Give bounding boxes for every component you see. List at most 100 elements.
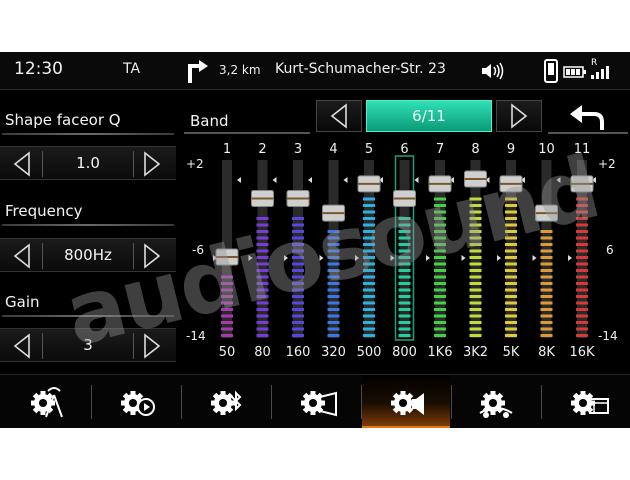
- level-segment: [576, 288, 588, 292]
- level-segment: [398, 314, 411, 318]
- level-segment: [363, 295, 375, 298]
- band-number: 1: [223, 142, 231, 157]
- level-segment: [540, 262, 553, 266]
- level-segment: [576, 282, 588, 285]
- gear-bluetooth-icon: [211, 390, 242, 415]
- level-segment: [540, 282, 553, 285]
- level-segment: [540, 295, 553, 298]
- level-segment: [576, 308, 588, 311]
- gear-car-icon: [479, 391, 513, 418]
- level-segment: [469, 327, 482, 331]
- level-segment: [505, 301, 517, 305]
- level-segment: [505, 269, 517, 272]
- toolbar-button-6[interactable]: [452, 375, 540, 428]
- level-segment: [434, 334, 446, 337]
- level-segment: [540, 275, 553, 279]
- toolbar-button-7[interactable]: [542, 375, 630, 428]
- level-segment: [469, 301, 482, 305]
- level-segment: [434, 327, 446, 331]
- level-segment: [540, 327, 553, 331]
- gear-display-icon: [571, 391, 609, 415]
- frequency-label: 320: [321, 345, 346, 360]
- marker-triangle: [568, 255, 572, 261]
- level-segment: [398, 295, 411, 298]
- level-segment: [434, 321, 446, 324]
- level-segment: [469, 288, 482, 292]
- level-segment: [469, 269, 482, 272]
- gear-speaker-icon: [391, 391, 424, 415]
- level-segment: [540, 301, 553, 305]
- band-number: 6: [400, 142, 408, 157]
- screen: 12:30 TA 3,2 km Kurt-Schumacher-Str. 23 …: [0, 52, 630, 428]
- level-segment: [576, 249, 588, 253]
- level-segment: [576, 327, 588, 331]
- level-segment: [398, 321, 411, 324]
- level-segment: [576, 256, 588, 259]
- level-segment: [505, 282, 517, 285]
- band-number: 2: [258, 142, 266, 157]
- level-segment: [434, 295, 446, 298]
- level-segment: [540, 256, 553, 259]
- level-segment: [576, 275, 588, 279]
- level-segment: [327, 308, 340, 311]
- toolbar-button-4[interactable]: [272, 375, 360, 428]
- level-segment: [576, 269, 588, 272]
- speaker-tower-gear-icon: [31, 387, 63, 418]
- level-segment: [469, 321, 482, 324]
- level-segment: [292, 314, 304, 318]
- gear-play-icon: [121, 391, 155, 416]
- slider-knob-line: [287, 197, 309, 200]
- frequency-label: 80: [254, 345, 271, 360]
- band-number: 7: [436, 142, 444, 157]
- level-segment: [327, 327, 340, 331]
- level-segment: [540, 321, 553, 324]
- level-segment: [576, 314, 588, 318]
- level-segment: [363, 334, 375, 337]
- level-segment: [540, 334, 553, 337]
- level-segment: [469, 314, 482, 318]
- level-segment: [434, 282, 446, 285]
- level-segment: [576, 334, 588, 337]
- level-segment: [469, 275, 482, 279]
- level-segment: [292, 321, 304, 324]
- level-segment: [505, 314, 517, 318]
- scale-mid-right-label: 6: [606, 243, 614, 257]
- level-segment: [469, 308, 482, 311]
- level-segment: [576, 262, 588, 266]
- level-segment: [469, 295, 482, 298]
- level-segment: [434, 288, 446, 292]
- frequency-label: 800: [392, 345, 417, 360]
- frequency-label: 50: [219, 345, 236, 360]
- level-segment: [434, 301, 446, 305]
- frequency-label: 500: [357, 345, 382, 360]
- level-segment: [505, 334, 517, 337]
- level-segment: [540, 308, 553, 311]
- level-segment: [505, 327, 517, 331]
- level-segment: [469, 282, 482, 285]
- band-number: 3: [294, 142, 302, 157]
- level-segment: [363, 314, 375, 318]
- scale-top-right-label: +2: [598, 157, 616, 171]
- marker-triangle: [237, 177, 241, 183]
- band-number: 8: [471, 142, 479, 157]
- level-segment: [540, 269, 553, 272]
- toolbar-button-3[interactable]: [182, 375, 270, 428]
- toolbar-button-1[interactable]: [2, 375, 90, 428]
- level-segment: [576, 301, 588, 305]
- frequency-label: 1K6: [427, 345, 452, 360]
- toolbar-button-5[interactable]: [362, 375, 450, 428]
- band-number: 5: [365, 142, 373, 157]
- level-segment: [398, 308, 411, 311]
- frequency-label: 8K: [538, 345, 555, 360]
- level-segment: [505, 275, 517, 279]
- scale-bottom-right-label: -14: [598, 329, 618, 343]
- gear-screen-icon: [301, 391, 337, 417]
- level-segment: [505, 288, 517, 292]
- level-segment: [540, 314, 553, 318]
- band-number: 4: [329, 142, 337, 157]
- level-segment: [505, 295, 517, 298]
- level-segment: [327, 334, 340, 337]
- toolbar-button-2[interactable]: [92, 375, 180, 428]
- slider-knob-line: [251, 197, 274, 200]
- level-segment: [576, 243, 588, 246]
